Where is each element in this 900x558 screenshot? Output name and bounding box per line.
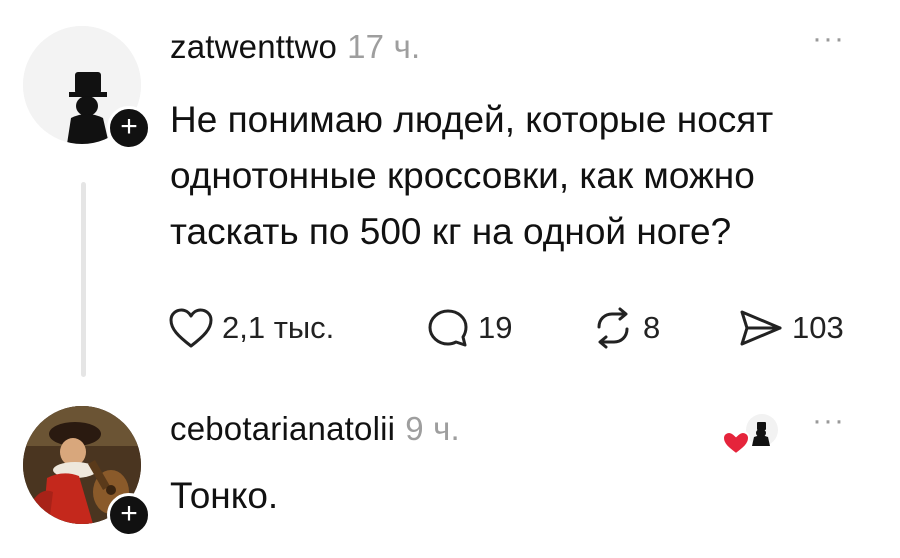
post: + zatwenttwo 17 ч. ··· Не понимаю людей, … bbox=[0, 0, 900, 390]
share-count: 103 bbox=[792, 310, 844, 345]
plus-icon: + bbox=[120, 110, 138, 143]
repost-count: 8 bbox=[643, 310, 661, 345]
follow-button[interactable]: + bbox=[107, 106, 151, 150]
username[interactable]: cebotarianatolii bbox=[170, 410, 395, 447]
username[interactable]: zatwenttwo bbox=[170, 28, 337, 65]
plus-icon: + bbox=[120, 497, 138, 530]
post-header: zatwenttwo 17 ч. bbox=[170, 28, 420, 66]
share-button[interactable]: 103 bbox=[738, 306, 844, 350]
heart-icon bbox=[169, 308, 213, 348]
reply-button[interactable]: 19 bbox=[426, 306, 512, 350]
more-dots-icon: ··· bbox=[812, 22, 845, 55]
repost-button[interactable]: 8 bbox=[591, 306, 660, 350]
like-button[interactable]: 2,1 тыс. bbox=[168, 306, 334, 350]
more-dots-icon: ··· bbox=[812, 404, 845, 437]
thread-line bbox=[81, 182, 86, 377]
liked-by-author-icon bbox=[721, 414, 778, 456]
repost-arrows-icon bbox=[597, 307, 629, 349]
action-bar: 2,1 тыс. 19 8 103 bbox=[168, 306, 888, 350]
author-liked-indicator bbox=[718, 410, 778, 460]
follow-button[interactable]: + bbox=[107, 493, 151, 537]
paper-plane-icon bbox=[740, 310, 782, 346]
speech-bubble-icon bbox=[428, 309, 468, 347]
reply-count: 19 bbox=[478, 310, 513, 345]
more-options-button[interactable]: ··· bbox=[812, 404, 845, 438]
post-text: Тонко. bbox=[170, 475, 279, 516]
post-text: Не понимаю людей, которые носят однотонн… bbox=[170, 99, 774, 252]
more-options-button[interactable]: ··· bbox=[812, 22, 845, 56]
timestamp: 9 ч. bbox=[405, 410, 460, 447]
post-header: cebotarianatolii 9 ч. bbox=[170, 410, 460, 448]
like-count: 2,1 тыс. bbox=[222, 310, 335, 345]
timestamp: 17 ч. bbox=[347, 28, 421, 65]
